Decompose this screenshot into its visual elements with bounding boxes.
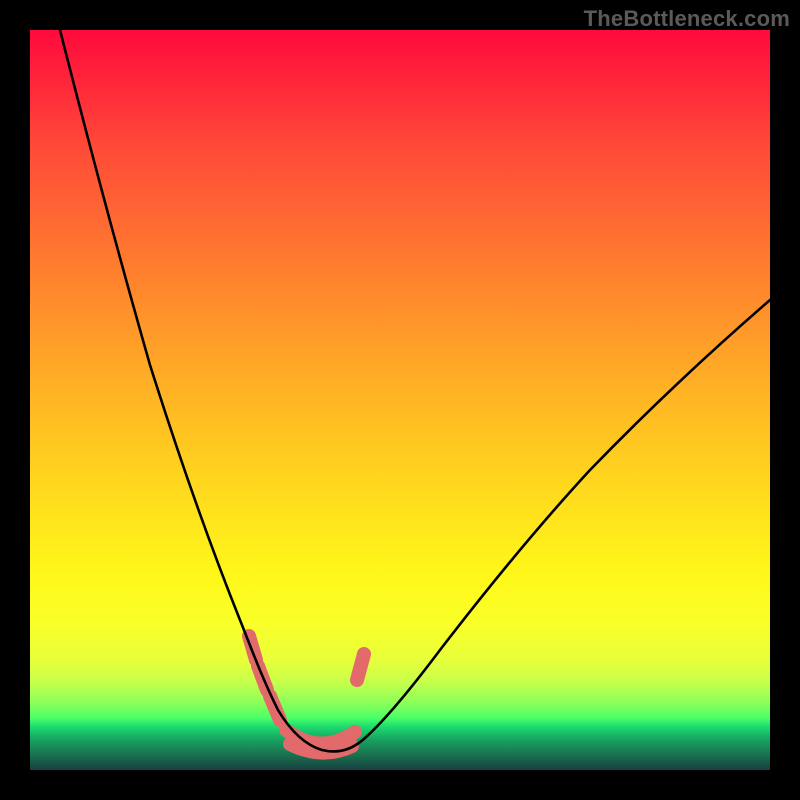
marker-seg xyxy=(357,654,364,680)
chart-frame: TheBottleneck.com xyxy=(0,0,800,800)
chart-svg xyxy=(30,30,770,770)
sweet-zone-markers xyxy=(249,636,364,753)
marker-seg xyxy=(270,696,280,720)
bottleneck-curve xyxy=(60,30,770,752)
watermark-text: TheBottleneck.com xyxy=(584,6,790,32)
